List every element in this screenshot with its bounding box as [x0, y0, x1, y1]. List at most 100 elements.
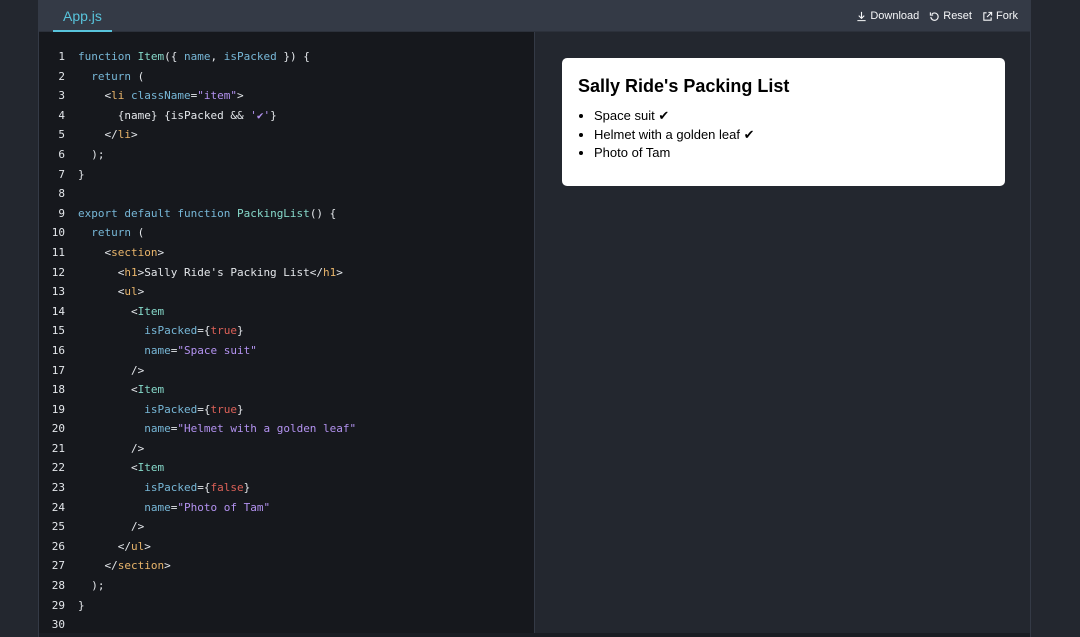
- code-line[interactable]: 15 isPacked={true}: [39, 321, 534, 341]
- code-line[interactable]: 30: [39, 615, 534, 635]
- code-line[interactable]: 23 isPacked={false}: [39, 478, 534, 498]
- code-line[interactable]: 18 <Item: [39, 380, 534, 400]
- code-text[interactable]: {name} {isPacked && '✔'}: [78, 106, 277, 126]
- code-token: () {: [309, 206, 337, 220]
- code-line[interactable]: 20 name="Helmet with a golden leaf": [39, 419, 534, 439]
- code-line[interactable]: 24 name="Photo of Tam": [39, 498, 534, 518]
- code-line[interactable]: 7}: [39, 165, 534, 185]
- code-text[interactable]: name="Photo of Tam": [78, 498, 270, 518]
- code-token: '✔': [250, 108, 271, 122]
- code-line[interactable]: 6 );: [39, 145, 534, 165]
- code-text[interactable]: return (: [78, 67, 144, 87]
- line-number: 4: [58, 108, 65, 122]
- code-text[interactable]: />: [78, 361, 144, 381]
- code-line[interactable]: 11 <section>: [39, 243, 534, 263]
- code-line[interactable]: 5 </li>: [39, 125, 534, 145]
- code-line[interactable]: 19 isPacked={true}: [39, 400, 534, 420]
- code-text[interactable]: <Item: [78, 458, 164, 478]
- code-text[interactable]: />: [78, 517, 144, 537]
- code-text[interactable]: />: [78, 439, 144, 459]
- code-text[interactable]: export default function PackingList() {: [78, 204, 336, 224]
- code-token: >: [137, 285, 145, 299]
- code-text[interactable]: name="Helmet with a golden leaf": [78, 419, 356, 439]
- code-text[interactable]: </ul>: [78, 537, 151, 557]
- code-text[interactable]: name="Space suit": [78, 341, 257, 361]
- code-lines[interactable]: 1 function Item({ name, isPacked }) {2 re…: [39, 47, 534, 635]
- code-line[interactable]: 8: [39, 184, 534, 204]
- code-line[interactable]: 9 export default function PackingList() {: [39, 204, 534, 224]
- code-line[interactable]: 21 />: [39, 439, 534, 459]
- code-token: h1: [124, 265, 138, 279]
- code-text[interactable]: function Item({ name, isPacked }) {: [78, 47, 310, 67]
- line-number: 28: [51, 579, 65, 593]
- code-token: <: [78, 304, 138, 318]
- code-token: <: [78, 461, 138, 475]
- tab-app-js[interactable]: App.js: [53, 0, 112, 32]
- preview-title: Sally Ride's Packing List: [578, 76, 790, 96]
- code-line[interactable]: 27 </section>: [39, 556, 534, 576]
- code-text[interactable]: }: [78, 596, 85, 616]
- line-number: 25: [51, 520, 65, 534]
- code-text[interactable]: <section>: [78, 243, 164, 263]
- code-line[interactable]: 3 <li className="item">: [39, 86, 534, 106]
- code-text[interactable]: <li className="item">: [78, 86, 243, 106]
- line-number: 16: [51, 343, 65, 357]
- code-line[interactable]: 13 <ul>: [39, 282, 534, 302]
- code-text[interactable]: );: [78, 576, 104, 596]
- fork-label: Fork: [996, 10, 1018, 22]
- code-line[interactable]: 16 name="Space suit": [39, 341, 534, 361]
- line-number: 17: [51, 363, 65, 377]
- code-token: <: [78, 285, 125, 299]
- code-token: </: [78, 539, 131, 553]
- code-line[interactable]: 25 />: [39, 517, 534, 537]
- code-text[interactable]: <Item: [78, 302, 164, 322]
- bottom-strip: [39, 633, 1030, 637]
- preview-pane: Sally Ride's Packing List Space suit ✔ H…: [535, 32, 1030, 637]
- fork-button[interactable]: Fork: [982, 10, 1018, 22]
- code-token: section: [111, 245, 158, 259]
- line-number: 5: [58, 128, 65, 142]
- reset-button[interactable]: Reset: [929, 10, 972, 22]
- code-text[interactable]: <Item: [78, 380, 164, 400]
- code-text[interactable]: }: [78, 165, 85, 185]
- code-line[interactable]: 12 <h1>Sally Ride's Packing List</h1>: [39, 263, 534, 283]
- code-token: li: [117, 128, 131, 142]
- line-number: 24: [51, 500, 65, 514]
- code-line[interactable]: 17 />: [39, 361, 534, 381]
- code-token: Item: [137, 383, 165, 397]
- code-token: return: [91, 69, 131, 83]
- code-line[interactable]: 29}: [39, 596, 534, 616]
- list-item: Helmet with a golden leaf ✔: [594, 126, 989, 145]
- download-icon: [857, 11, 866, 21]
- code-text[interactable]: isPacked={true}: [78, 321, 243, 341]
- code-text[interactable]: </li>: [78, 125, 137, 145]
- code-text[interactable]: isPacked={false}: [78, 478, 250, 498]
- code-text[interactable]: <ul>: [78, 282, 145, 302]
- code-editor[interactable]: 1 function Item({ name, isPacked }) {2 re…: [39, 32, 535, 637]
- code-token: function: [78, 50, 138, 63]
- code-token: />: [78, 520, 145, 534]
- code-line[interactable]: 22 <Item: [39, 458, 534, 478]
- code-token: ={: [197, 481, 211, 495]
- code-token: }) {: [276, 50, 310, 63]
- code-token: >: [164, 559, 171, 573]
- code-text[interactable]: isPacked={true}: [78, 400, 243, 420]
- code-line[interactable]: 4 {name} {isPacked && '✔'}: [39, 106, 534, 126]
- line-number: 1: [58, 50, 65, 63]
- download-button[interactable]: Download: [856, 10, 919, 22]
- code-token: <: [78, 265, 125, 279]
- code-line[interactable]: 26 </ul>: [39, 537, 534, 557]
- code-text[interactable]: );: [78, 145, 104, 165]
- code-line[interactable]: 2 return (: [39, 67, 534, 87]
- code-text[interactable]: </section>: [78, 556, 171, 576]
- code-line[interactable]: 28 );: [39, 576, 534, 596]
- code-text[interactable]: return (: [78, 223, 144, 243]
- code-text[interactable]: <h1>Sally Ride's Packing List</h1>: [78, 263, 343, 283]
- code-line[interactable]: 1 function Item({ name, isPacked }) {: [39, 47, 534, 67]
- code-line[interactable]: 14 <Item: [39, 302, 534, 322]
- code-line[interactable]: 10 return (: [39, 223, 534, 243]
- code-token: ul: [124, 285, 138, 299]
